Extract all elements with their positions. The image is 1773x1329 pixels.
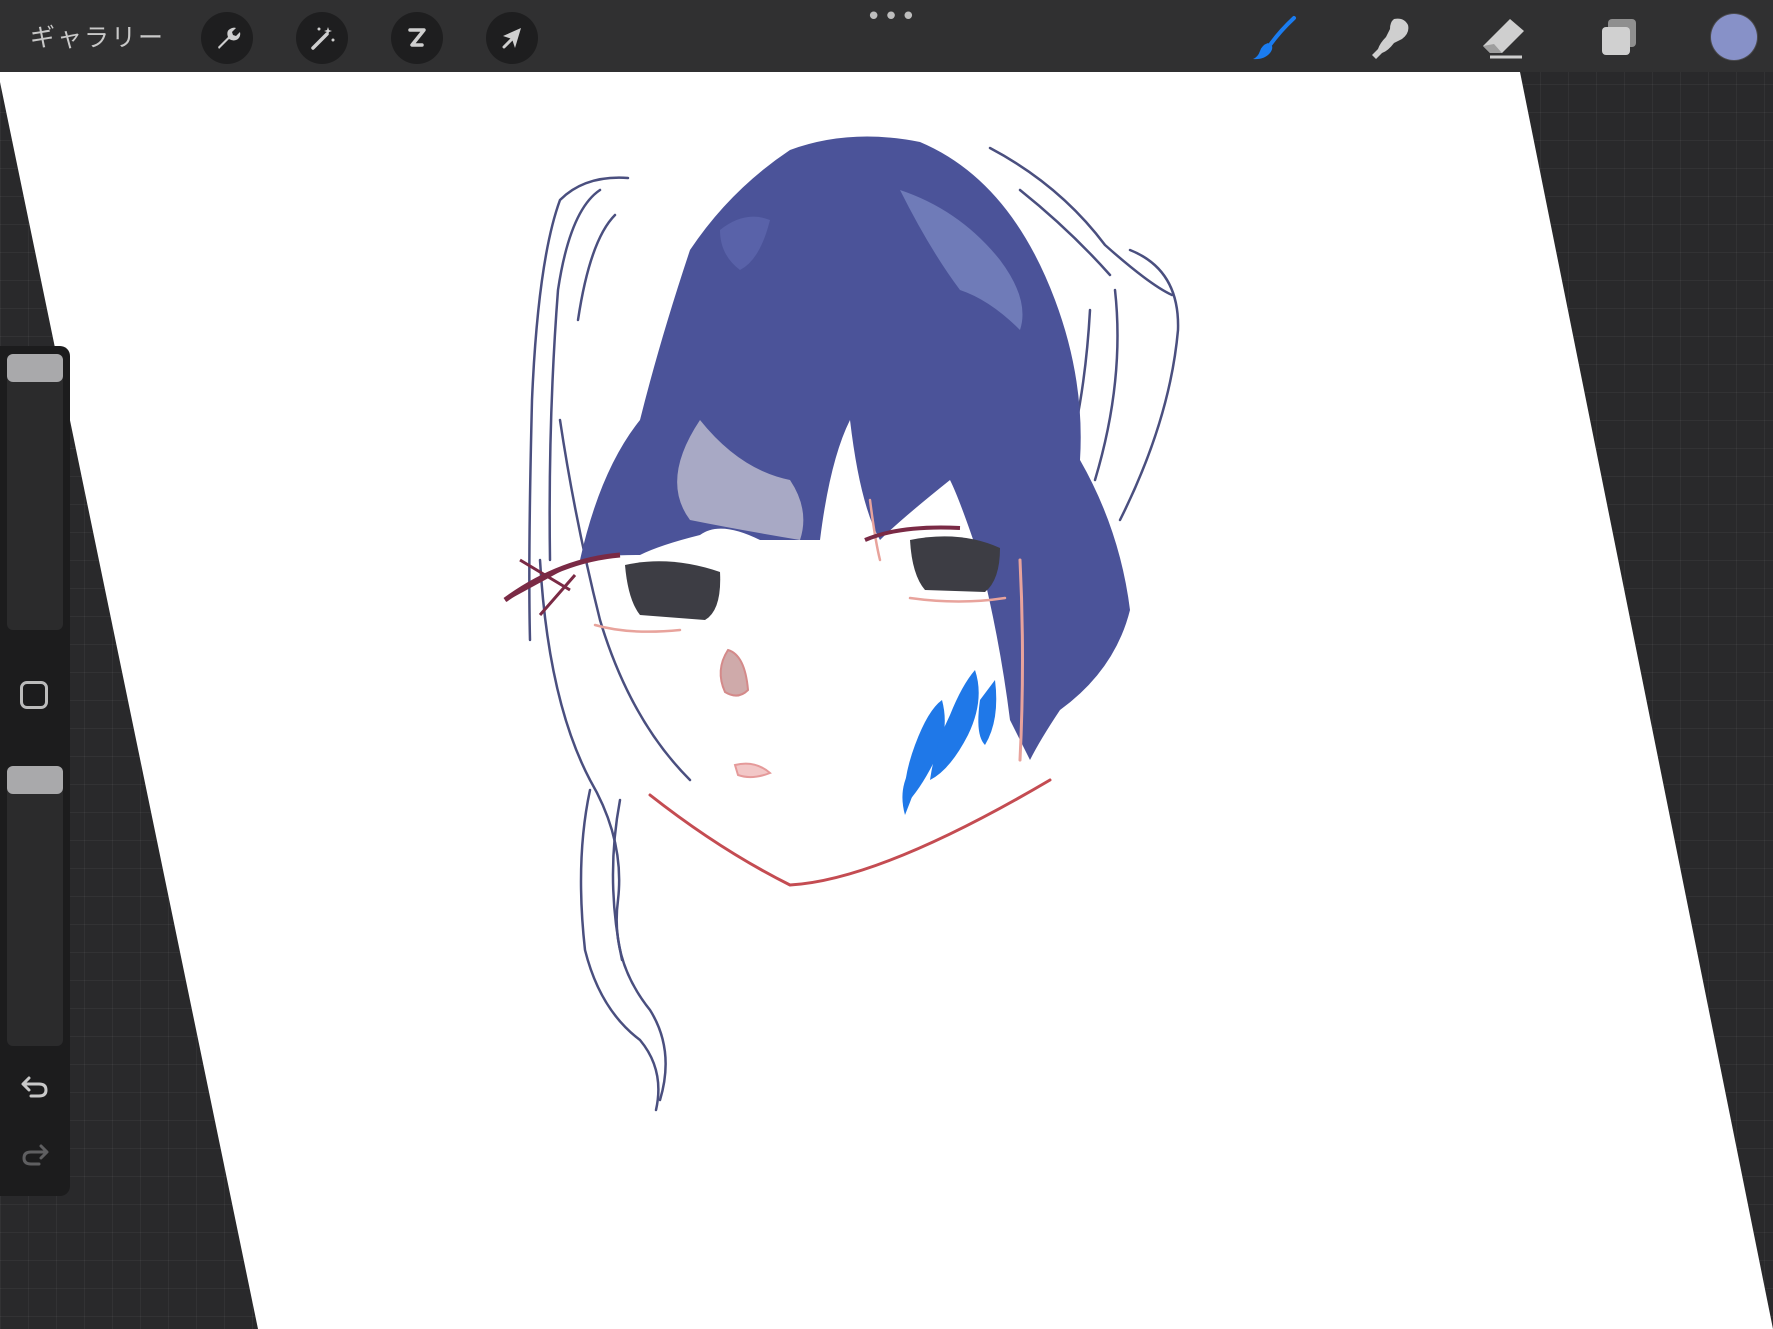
redo-button[interactable] bbox=[17, 1136, 53, 1172]
redo-icon bbox=[22, 1144, 49, 1166]
modify-button[interactable] bbox=[20, 681, 48, 709]
more-options-button[interactable]: ••• bbox=[866, 4, 918, 30]
brush-size-slider-thumb[interactable] bbox=[7, 354, 63, 382]
magic-wand-icon bbox=[311, 27, 335, 50]
brush-icon bbox=[1253, 16, 1296, 60]
eraser-button[interactable] bbox=[1477, 12, 1529, 64]
layers-icon bbox=[1602, 19, 1636, 55]
arrow-cursor-icon bbox=[502, 28, 521, 49]
layers-button[interactable] bbox=[1593, 12, 1645, 64]
transform-button[interactable] bbox=[486, 12, 538, 64]
gallery-button[interactable]: ギャラリー bbox=[30, 18, 165, 54]
eraser-icon bbox=[1483, 19, 1524, 59]
left-sidebar bbox=[0, 346, 70, 1196]
selection-s-icon bbox=[408, 28, 426, 47]
adjustments-button[interactable] bbox=[296, 12, 348, 64]
wrench-icon bbox=[218, 27, 241, 49]
selection-button[interactable] bbox=[391, 12, 443, 64]
top-toolbar: ギャラリー ••• bbox=[0, 0, 1773, 72]
opacity-slider[interactable] bbox=[7, 766, 63, 1046]
undo-button[interactable] bbox=[17, 1068, 53, 1104]
opacity-slider-thumb[interactable] bbox=[7, 766, 63, 794]
actions-button[interactable] bbox=[201, 12, 253, 64]
undo-icon bbox=[21, 1076, 48, 1098]
brush-button[interactable] bbox=[1249, 12, 1301, 64]
drawing-canvas[interactable] bbox=[0, 0, 1773, 1329]
smudge-icon bbox=[1372, 18, 1409, 60]
brush-size-slider[interactable] bbox=[7, 354, 63, 630]
smudge-button[interactable] bbox=[1363, 12, 1415, 64]
color-picker-button[interactable] bbox=[1711, 14, 1757, 60]
